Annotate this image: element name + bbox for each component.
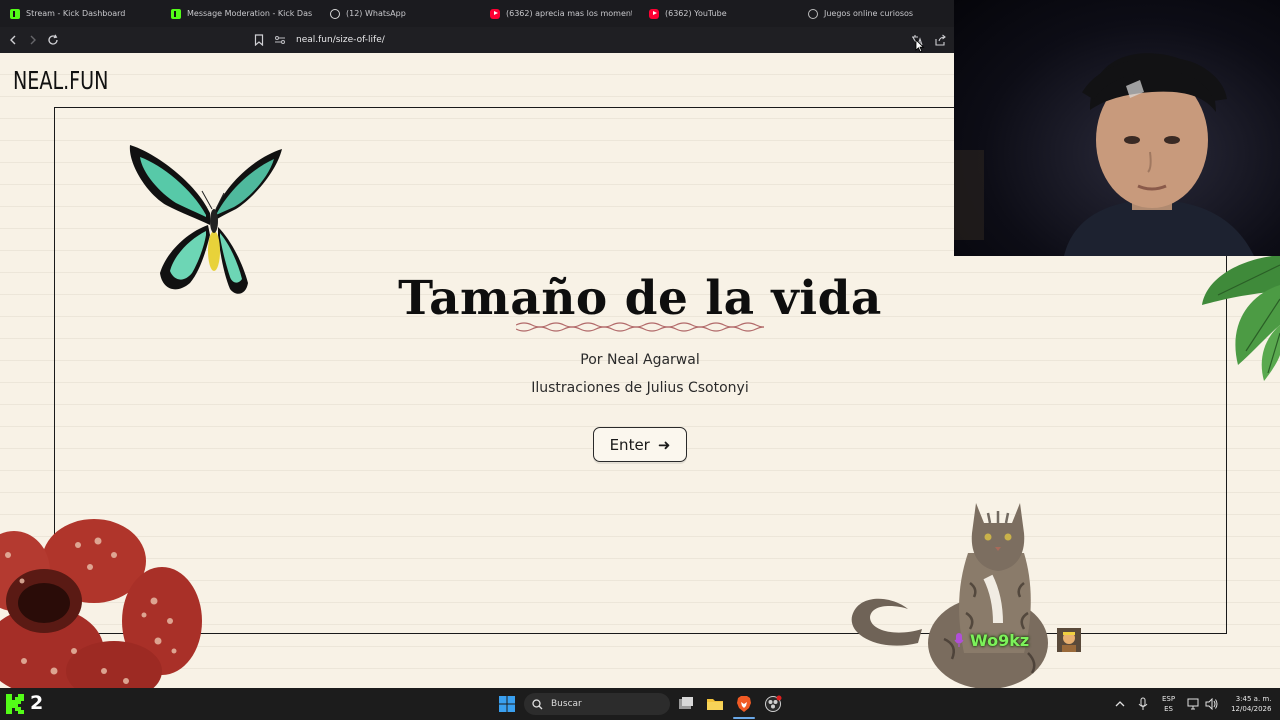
tab-title: Juegos online curiosos <box>824 9 914 18</box>
reload-button[interactable] <box>44 31 62 49</box>
keyboard-layout: ES <box>1164 705 1173 713</box>
arrow-right-icon: ➜ <box>657 435 671 454</box>
system-tray: ESP ES 3:45 a. m. 12/04/2026 <box>1114 688 1271 720</box>
address-bar[interactable]: neal.fun/size-of-life/ <box>254 31 385 49</box>
tab-title: Message Moderation - Kick Dashbo <box>187 9 312 18</box>
tab-juegos-online[interactable]: Juegos online curiosos <box>808 0 948 27</box>
tab-youtube-video[interactable]: (6362) aprecia mas los momentos m <box>490 0 632 27</box>
microphone-icon <box>954 633 964 647</box>
webcam-overlay <box>954 0 1280 256</box>
clock-date: 12/04/2026 <box>1231 705 1272 713</box>
language-code: ESP <box>1162 695 1176 703</box>
obs-studio-icon[interactable] <box>764 695 782 713</box>
share-button[interactable] <box>931 31 949 49</box>
tab-kick-dashboard[interactable]: Stream - Kick Dashboard <box>10 0 160 27</box>
globe-icon <box>808 8 818 19</box>
tab-message-moderation[interactable]: Message Moderation - Kick Dashbo <box>171 0 312 27</box>
kick-icon <box>171 8 181 19</box>
clock[interactable]: 3:45 a. m. 12/04/2026 <box>1231 694 1271 714</box>
brave-browser-icon[interactable] <box>735 695 753 713</box>
tab-title: (12) WhatsApp <box>346 9 406 18</box>
forward-button[interactable] <box>24 31 42 49</box>
search-icon <box>532 698 543 709</box>
volume-icon[interactable] <box>1205 698 1219 710</box>
site-settings-icon[interactable] <box>274 35 286 45</box>
browser-tab-bar: Stream - Kick Dashboard Message Moderati… <box>0 0 954 27</box>
search-placeholder: Buscar <box>551 699 582 709</box>
whatsapp-icon <box>330 8 340 19</box>
kick-viewer-count: 2 <box>30 692 44 714</box>
bookmark-icon[interactable] <box>254 34 264 46</box>
avatar <box>1057 628 1082 652</box>
chevron-right-icon <box>30 35 36 45</box>
microphone-icon[interactable] <box>1138 697 1148 711</box>
tab-title: Stream - Kick Dashboard <box>26 9 126 18</box>
viewer-name: Wo9kz <box>970 630 1030 650</box>
tab-youtube[interactable]: (6362) YouTube <box>649 0 799 27</box>
monstera-leaf-illustration <box>1202 255 1280 381</box>
tab-whatsapp[interactable]: (12) WhatsApp <box>330 0 480 27</box>
youtube-icon <box>649 8 659 19</box>
reload-icon <box>48 34 58 45</box>
file-explorer-icon[interactable] <box>706 695 724 713</box>
page-title: Tamaño de la vida <box>398 271 882 326</box>
author-credit: Por Neal Agarwal <box>580 352 700 368</box>
enter-label: Enter <box>609 435 650 454</box>
tabby-cat-illustration <box>851 503 1048 688</box>
site-logo[interactable]: NEAL.FUN <box>13 66 108 95</box>
kick-logo-icon <box>6 694 24 714</box>
kick-icon <box>10 8 20 19</box>
enter-button[interactable]: Enter ➜ <box>593 427 687 462</box>
youtube-icon <box>490 8 500 19</box>
task-view-icon[interactable] <box>677 695 695 713</box>
back-button[interactable] <box>4 31 22 49</box>
active-app-indicator <box>733 717 755 719</box>
url-text: neal.fun/size-of-life/ <box>296 35 385 45</box>
title-squiggle-decoration <box>516 322 764 332</box>
chevron-up-icon[interactable] <box>1114 698 1126 710</box>
illustrator-credit: Ilustraciones de Julius Csotonyi <box>531 380 749 396</box>
taskbar-search[interactable]: Buscar <box>524 693 670 715</box>
browser-toolbar: neal.fun/size-of-life/ <box>0 27 954 53</box>
network-icon[interactable] <box>1187 698 1201 710</box>
tab-title: (6362) YouTube <box>665 9 727 18</box>
viewer-overlay: Wo9kz <box>954 628 1082 652</box>
tab-title: (6362) aprecia mas los momentos m <box>506 9 632 18</box>
chevron-left-icon <box>10 35 16 45</box>
windows-start-icon[interactable] <box>498 695 516 713</box>
windows-taskbar: 2 Buscar ESP ES 3:45 a. m. 12/04/2026 <box>0 688 1280 720</box>
streamer-webcam-feed <box>954 53 1254 256</box>
share-icon <box>935 34 946 46</box>
clock-time: 3:45 a. m. <box>1235 695 1272 703</box>
rafflesia-flower-illustration <box>0 519 202 688</box>
mouse-cursor-icon <box>915 39 925 53</box>
language-indicator[interactable]: ESP ES <box>1162 694 1175 714</box>
